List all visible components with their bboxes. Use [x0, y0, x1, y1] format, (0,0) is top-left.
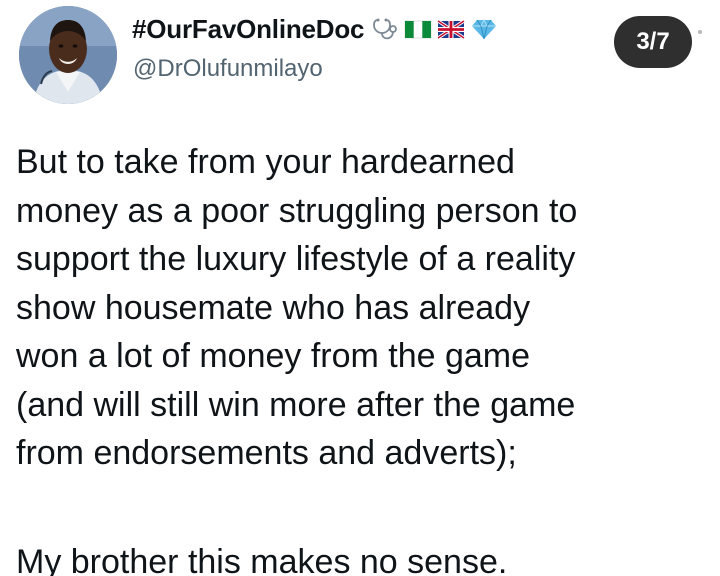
tweet-next-paragraph: My brother this makes no sense.	[16, 543, 508, 576]
page-indicator-label: 3/7	[636, 28, 670, 55]
display-name-row: #OurFavOnlineDoc	[132, 13, 498, 45]
more-dot-icon	[698, 30, 702, 34]
tweet-text-line: show housemate who has already	[16, 288, 531, 327]
avatar[interactable]	[19, 6, 117, 104]
tweet-text-line: money as a poor struggling person to	[16, 191, 578, 230]
tweet-text-line: But to take from your hardearned	[16, 143, 515, 181]
tweet-text-line: from endorsements and adverts);	[16, 434, 517, 472]
name-emojis	[371, 17, 498, 41]
uk-flag-icon	[437, 17, 466, 41]
tweet-card: #OurFavOnlineDoc @DrOlufunmilayo 3/7 But…	[0, 0, 720, 576]
tweet-text-line: won a lot of money from the game	[16, 337, 531, 375]
tweet-text: But to take from your hardearned money a…	[16, 138, 710, 478]
nigeria-flag-icon	[404, 17, 432, 41]
diamond-icon	[470, 17, 498, 41]
stethoscope-icon	[371, 17, 399, 41]
tweet-text-line: support the luxury lifestyle of a realit…	[16, 240, 576, 278]
avatar-image	[19, 6, 117, 104]
page-indicator: 3/7	[614, 16, 692, 68]
user-handle[interactable]: @DrOlufunmilayo	[133, 55, 323, 83]
display-name[interactable]: #OurFavOnlineDoc	[132, 14, 365, 45]
tweet-text-line: (and will still win more after the game	[16, 385, 576, 424]
